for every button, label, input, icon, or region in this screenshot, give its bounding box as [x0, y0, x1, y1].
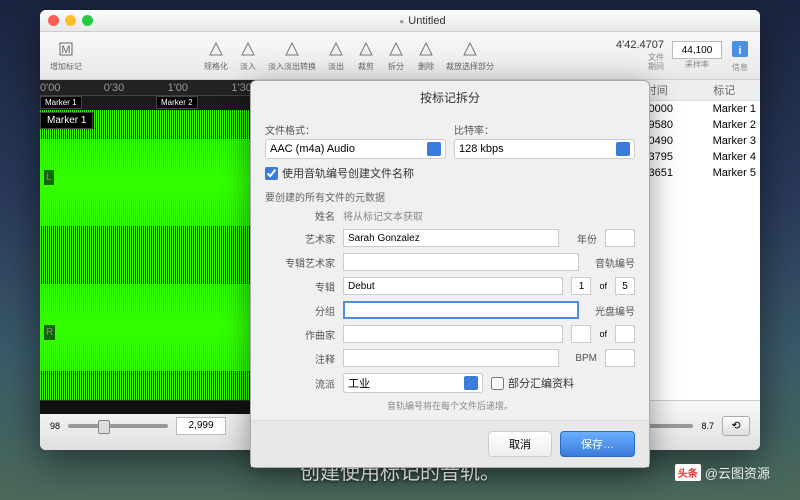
- album-input[interactable]: [343, 277, 563, 295]
- duration-value: 4'42.4707: [616, 39, 664, 52]
- info-label: 信息: [730, 62, 750, 73]
- metadata-section-label: 要创建的所有文件的元数据: [265, 189, 635, 204]
- delete-button[interactable]: 删除: [416, 39, 436, 72]
- traffic-lights: [48, 15, 93, 26]
- bpm-input[interactable]: [605, 349, 635, 367]
- channel-r-label: R: [44, 325, 55, 340]
- waveform-marker[interactable]: Marker 1: [40, 112, 93, 129]
- duration-label: 期间: [616, 62, 664, 72]
- track-total[interactable]: [615, 277, 635, 295]
- year-input[interactable]: [605, 229, 635, 247]
- window-title: Untitled: [93, 15, 752, 27]
- col-marker[interactable]: 标记: [691, 82, 759, 98]
- trim-button[interactable]: 裁放选择部分: [446, 39, 494, 72]
- add-marker-button[interactable]: M 增加标记: [50, 39, 82, 72]
- crop-button[interactable]: 裁剪: [356, 39, 376, 72]
- format-label: 文件格式：: [265, 122, 446, 137]
- comment-input[interactable]: [343, 349, 559, 367]
- cancel-button[interactable]: 取消: [488, 431, 552, 457]
- sample-rate-label: 采样率: [672, 59, 722, 70]
- bitrate-select[interactable]: 128 kbps: [454, 139, 635, 159]
- dialog-hint: 音轨编号将在每个文件后递增。: [265, 399, 635, 412]
- fadein-button[interactable]: 淡入: [238, 39, 258, 72]
- toolbar-info: 4'42.4707 文件 期间 采样率 i 信息: [616, 39, 750, 73]
- source-select[interactable]: 工业: [343, 373, 483, 393]
- partial-checkbox[interactable]: 部分汇编资料: [491, 375, 574, 391]
- marker-flag[interactable]: Marker 1: [40, 96, 82, 109]
- vol-left: 98: [50, 421, 60, 431]
- svg-text:M: M: [61, 44, 70, 56]
- zoom-icon[interactable]: [82, 15, 93, 26]
- bitrate-label: 比特率：: [454, 122, 635, 137]
- composer-input[interactable]: [343, 325, 563, 343]
- album-artist-input[interactable]: [343, 253, 579, 271]
- credit-text: @云图资源: [675, 463, 770, 482]
- titlebar: Untitled: [40, 10, 760, 32]
- fadeout-button[interactable]: 淡入淡出转换: [268, 39, 316, 72]
- track-n[interactable]: [571, 277, 591, 295]
- split-button[interactable]: 拆分: [386, 39, 406, 72]
- disc-total[interactable]: [615, 325, 635, 343]
- minimize-icon[interactable]: [65, 15, 76, 26]
- genre-input[interactable]: [343, 301, 579, 319]
- info-icon[interactable]: i: [730, 39, 750, 59]
- svg-text:i: i: [738, 45, 741, 57]
- vol-right: 8.7: [701, 421, 714, 431]
- fadeout2-button[interactable]: 淡出: [326, 39, 346, 72]
- format-select[interactable]: AAC (m4a) Audio: [265, 139, 446, 159]
- disc-n[interactable]: [571, 325, 591, 343]
- toolbar: M 增加标记 规格化淡入淡入淡出转换淡出裁剪拆分删除裁放选择部分 4'42.47…: [40, 32, 760, 80]
- split-dialog: 按标记拆分 文件格式： AAC (m4a) Audio 比特率： 128 kbp…: [250, 80, 650, 468]
- save-button[interactable]: 保存…: [560, 431, 635, 457]
- volume-slider[interactable]: [68, 424, 168, 428]
- loop-button[interactable]: ⟲: [722, 416, 750, 436]
- file-label: 文件: [616, 53, 664, 63]
- zoom-input[interactable]: [176, 417, 226, 435]
- artist-input[interactable]: [343, 229, 559, 247]
- sample-rate-input[interactable]: [672, 41, 722, 59]
- channel-l-label: L: [44, 170, 54, 185]
- normalize-button[interactable]: 规格化: [204, 39, 228, 72]
- close-icon[interactable]: [48, 15, 59, 26]
- marker-flag[interactable]: Marker 2: [156, 96, 198, 109]
- dialog-title: 按标记拆分: [251, 81, 649, 114]
- use-track-checkbox[interactable]: 使用音轨编号创建文件名称: [265, 165, 635, 181]
